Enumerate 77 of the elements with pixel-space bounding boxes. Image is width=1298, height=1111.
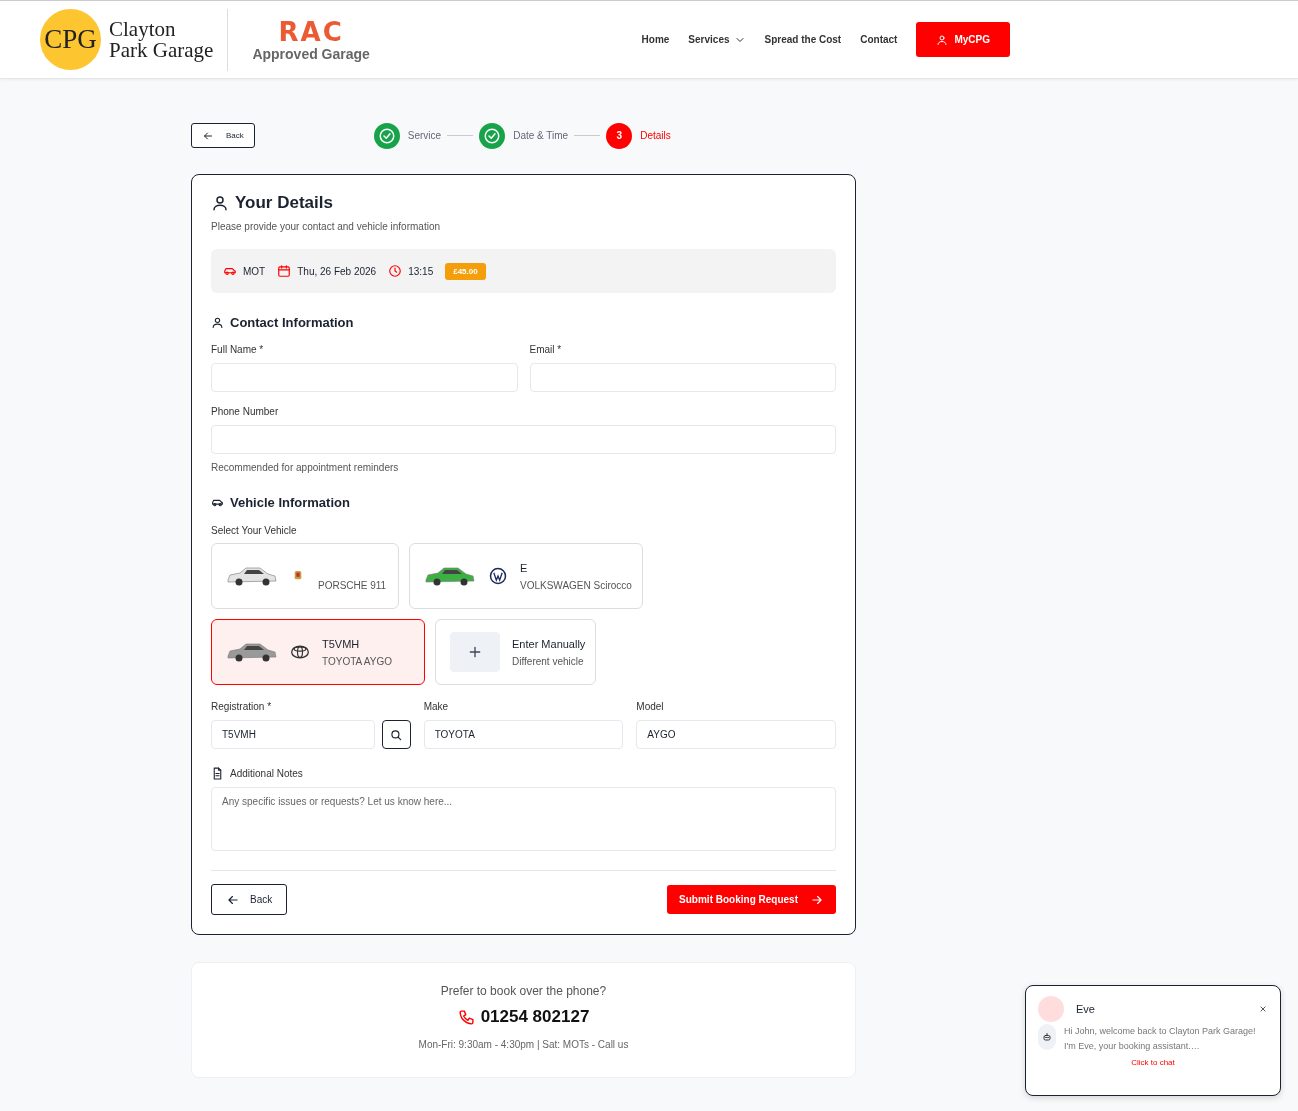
user-icon [211,316,224,329]
car-icon [424,565,476,587]
partner-caption: Approved Garage [252,45,370,62]
summary-text: Thu, 26 Feb 2026 [297,265,377,277]
field-label: Make [423,701,450,712]
vehicle-model: VOLKSWAGEN Scirocco [520,579,632,591]
input-field[interactable] [211,363,518,392]
nav-link[interactable]: Home [641,34,670,45]
close-icon [1258,1004,1268,1014]
field-label: Registration * [211,701,273,712]
phone-prompt: Prefer to book over the phone? [440,984,607,998]
input-field[interactable]: AYGO [636,720,836,749]
back-button[interactable]: Back [211,884,288,915]
field-hint: Recommended for appointment reminders [211,462,400,473]
vehicle-card[interactable]: E VOLKSWAGEN Scirocco [409,543,643,609]
section-heading: Vehicle Information [230,495,350,510]
input-field[interactable]: TOYOTA [423,720,624,749]
partner-logo: RAC [278,17,344,46]
search-button[interactable] [381,720,411,749]
chat-message: Hi John, welcome back to Clayton Park Garage! I'm Eve, your booking assistant.… [1064,1025,1257,1053]
car-icon [226,641,278,663]
field-label: Email * [529,344,563,355]
input-field[interactable] [211,425,836,454]
logo-badge: CPG [40,9,101,70]
phone-icon [457,1008,475,1026]
clock-icon [388,264,403,278]
phone-number[interactable]: 01254 802127 [480,1007,590,1027]
car-icon [226,565,278,587]
price-badge: £45.00 [445,262,486,280]
field-label: Phone Number [211,406,280,417]
chat-link[interactable]: Click to chat [1038,1058,1268,1067]
user-icon [936,33,949,46]
account-button[interactable]: MyCPG [916,22,1010,57]
search-icon [389,727,404,742]
opening-hours: Mon-Fri: 9:30am - 4:30pm | Sat: MOTs - Call us [418,1039,629,1050]
vehicle-registration: T5VMH [322,637,361,651]
notes-field[interactable]: Any specific issues or requests? Let us know here... [211,787,836,851]
field-label: Model [636,701,665,712]
vehicle-card[interactable]: PORSCHE 911 [211,543,399,609]
robot-icon [1041,1031,1053,1043]
vehicle-card[interactable]: T5VMH TOYOTA AYGO [211,619,425,685]
field-label: Select Your Vehicle [211,525,298,536]
calendar-icon [277,264,292,278]
vehicle-model: PORSCHE 911 [318,579,387,591]
manual-entry-subtitle: Different vehicle [512,655,585,667]
back-button[interactable]: Back [191,123,255,148]
chat-widget[interactable]: Eve Hi John, welcome back to Clayton Park Garage! I'm Eve, your booking assistant.… Click to chat [1025,985,1281,1096]
page-subtitle: Please provide your contact and vehicle information [211,221,442,232]
step-label: Date & Time [513,130,569,141]
assistant-name: Eve [1076,1003,1095,1015]
close-button[interactable] [1258,1004,1268,1014]
section-heading: Contact Information [230,315,354,330]
vehicle-registration: E [520,561,529,575]
page-title: Your Details [235,193,333,213]
plus-icon [467,644,483,660]
brand-name: Clayton Park Garage [109,18,214,61]
vehicle-model: TOYOTA AYGO [322,655,393,667]
step-indicator: 3 [606,122,633,149]
nav-link[interactable]: Contact [860,34,898,45]
manual-entry-card[interactable]: Enter Manually Different vehicle [435,619,597,685]
nav-link[interactable]: Spread the Cost [764,34,842,45]
brand-logo-icon [488,566,508,586]
input-field[interactable]: T5VMH [211,720,375,749]
submit-button[interactable]: Submit Booking Request [667,885,836,914]
assistant-avatar [1038,996,1064,1022]
manual-entry-title: Enter Manually [512,637,586,651]
nav-link[interactable]: Services [688,33,746,46]
field-label: Full Name * [211,344,265,355]
document-icon [211,767,224,780]
field-label: Additional Notes [230,768,303,779]
step-label: Service [407,130,442,141]
arrow-left-icon [202,129,214,142]
step-label: Details [640,130,671,141]
summary-text: 13:15 [408,265,434,277]
user-icon [211,194,229,212]
summary-text: MOT [243,265,266,277]
input-field[interactable] [529,363,836,392]
